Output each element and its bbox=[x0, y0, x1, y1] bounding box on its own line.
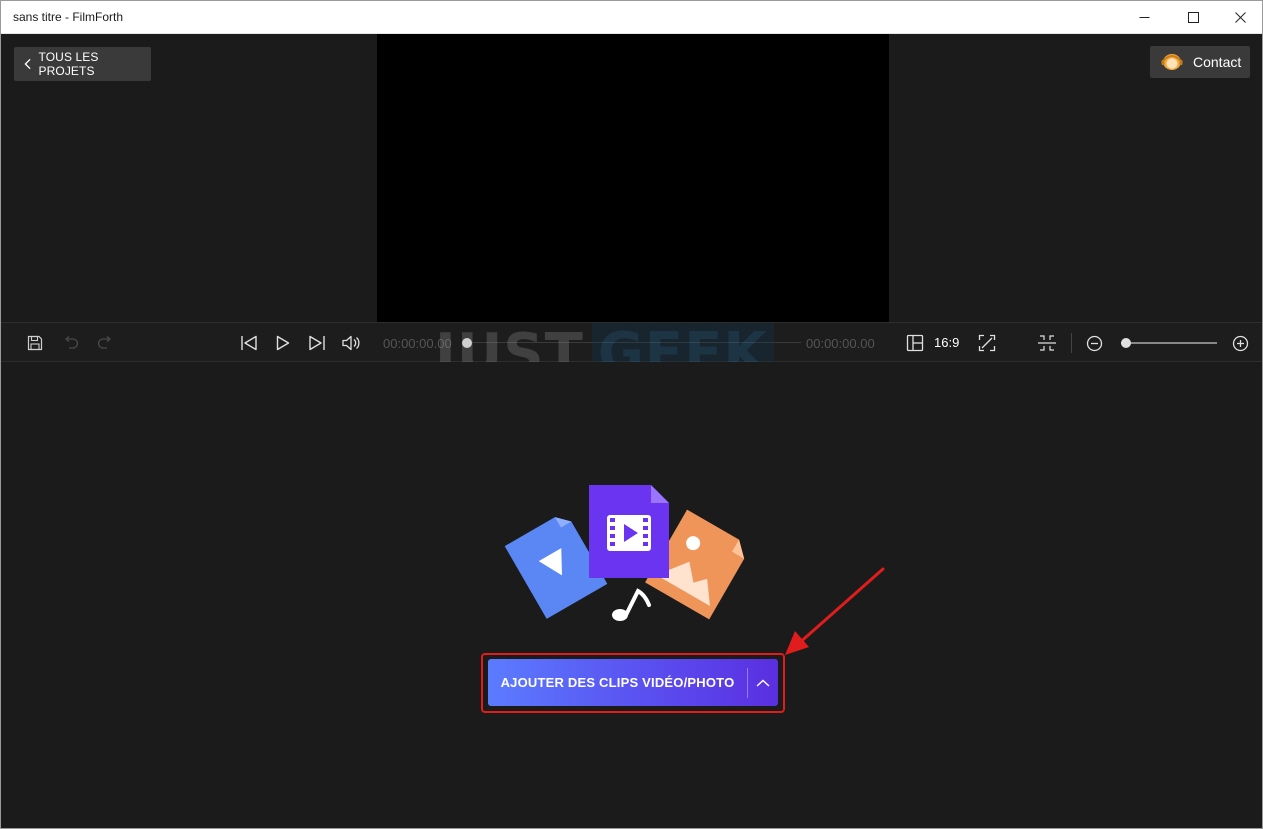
aspect-ratio-button[interactable] bbox=[903, 323, 927, 363]
zoom-slider-track[interactable] bbox=[1121, 342, 1217, 344]
playback-progress-thumb[interactable] bbox=[462, 338, 472, 348]
window-title: sans titre - FilmForth bbox=[13, 10, 124, 24]
play-button[interactable] bbox=[271, 323, 295, 363]
all-projects-button[interactable]: TOUS LES PROJETS bbox=[14, 47, 151, 81]
split-button[interactable] bbox=[1035, 323, 1059, 363]
redo-button[interactable] bbox=[93, 323, 117, 363]
skip-forward-button[interactable] bbox=[305, 323, 329, 363]
skip-back-icon bbox=[241, 335, 257, 351]
save-icon bbox=[27, 335, 43, 351]
zoom-out-icon bbox=[1086, 335, 1102, 351]
title-bar: sans titre - FilmForth bbox=[1, 1, 1262, 34]
music-note-icon bbox=[612, 588, 651, 621]
zoom-out-button[interactable] bbox=[1082, 323, 1106, 363]
maximize-icon bbox=[1187, 12, 1199, 23]
video-file-icon bbox=[589, 485, 669, 578]
undo-button[interactable] bbox=[59, 323, 83, 363]
annotation-arrow bbox=[785, 567, 885, 655]
save-button[interactable] bbox=[23, 323, 47, 363]
skip-back-button[interactable] bbox=[237, 323, 261, 363]
chevron-up-icon bbox=[756, 679, 770, 687]
minimize-button-slot[interactable] bbox=[1121, 1, 1167, 34]
close-button[interactable] bbox=[1217, 1, 1262, 34]
current-time: 00:00:00.00 bbox=[383, 336, 452, 351]
add-clips-label: AJOUTER DES CLIPS VIDÉO/PHOTO bbox=[500, 675, 735, 690]
app-window: sans titre - FilmForth TOUS LES PROJETS bbox=[0, 0, 1263, 829]
fullscreen-button[interactable] bbox=[975, 323, 999, 363]
minimize-icon bbox=[1139, 17, 1149, 18]
support-agent-icon bbox=[1161, 54, 1183, 70]
media-import-illustration bbox=[504, 485, 745, 621]
chevron-left-icon bbox=[24, 58, 31, 70]
zoom-slider-thumb[interactable] bbox=[1120, 338, 1131, 348]
all-projects-label: TOUS LES PROJETS bbox=[38, 50, 99, 78]
zoom-in-button[interactable] bbox=[1228, 323, 1252, 363]
maximize-button-slot[interactable] bbox=[1170, 1, 1216, 34]
close-icon bbox=[1234, 12, 1246, 23]
zoom-in-icon bbox=[1232, 335, 1248, 351]
contact-label: Contact bbox=[1193, 54, 1242, 70]
toolbar-divider bbox=[1071, 333, 1072, 353]
aspect-ratio-label[interactable]: 16:9 bbox=[934, 335, 959, 350]
preview-area: TOUS LES PROJETS Contact bbox=[1, 34, 1262, 322]
undo-icon bbox=[64, 336, 79, 349]
redo-icon bbox=[97, 336, 112, 349]
skip-forward-icon bbox=[309, 335, 325, 351]
volume-button[interactable] bbox=[339, 323, 363, 363]
play-icon bbox=[276, 335, 290, 351]
video-preview-canvas bbox=[377, 34, 889, 322]
aspect-ratio-icon bbox=[906, 334, 924, 352]
volume-icon bbox=[342, 335, 360, 351]
add-clips-dropdown-button[interactable] bbox=[748, 659, 778, 706]
fullscreen-icon bbox=[978, 334, 996, 352]
add-clips-button[interactable]: AJOUTER DES CLIPS VIDÉO/PHOTO bbox=[488, 659, 778, 706]
split-icon bbox=[1038, 335, 1056, 351]
playback-progress-track[interactable] bbox=[467, 342, 801, 343]
playback-control-bar: 00:00:00.00 00:00:00.00 16:9 bbox=[1, 322, 1262, 362]
contact-button[interactable]: Contact bbox=[1150, 46, 1250, 78]
total-time: 00:00:00.00 bbox=[806, 336, 875, 351]
